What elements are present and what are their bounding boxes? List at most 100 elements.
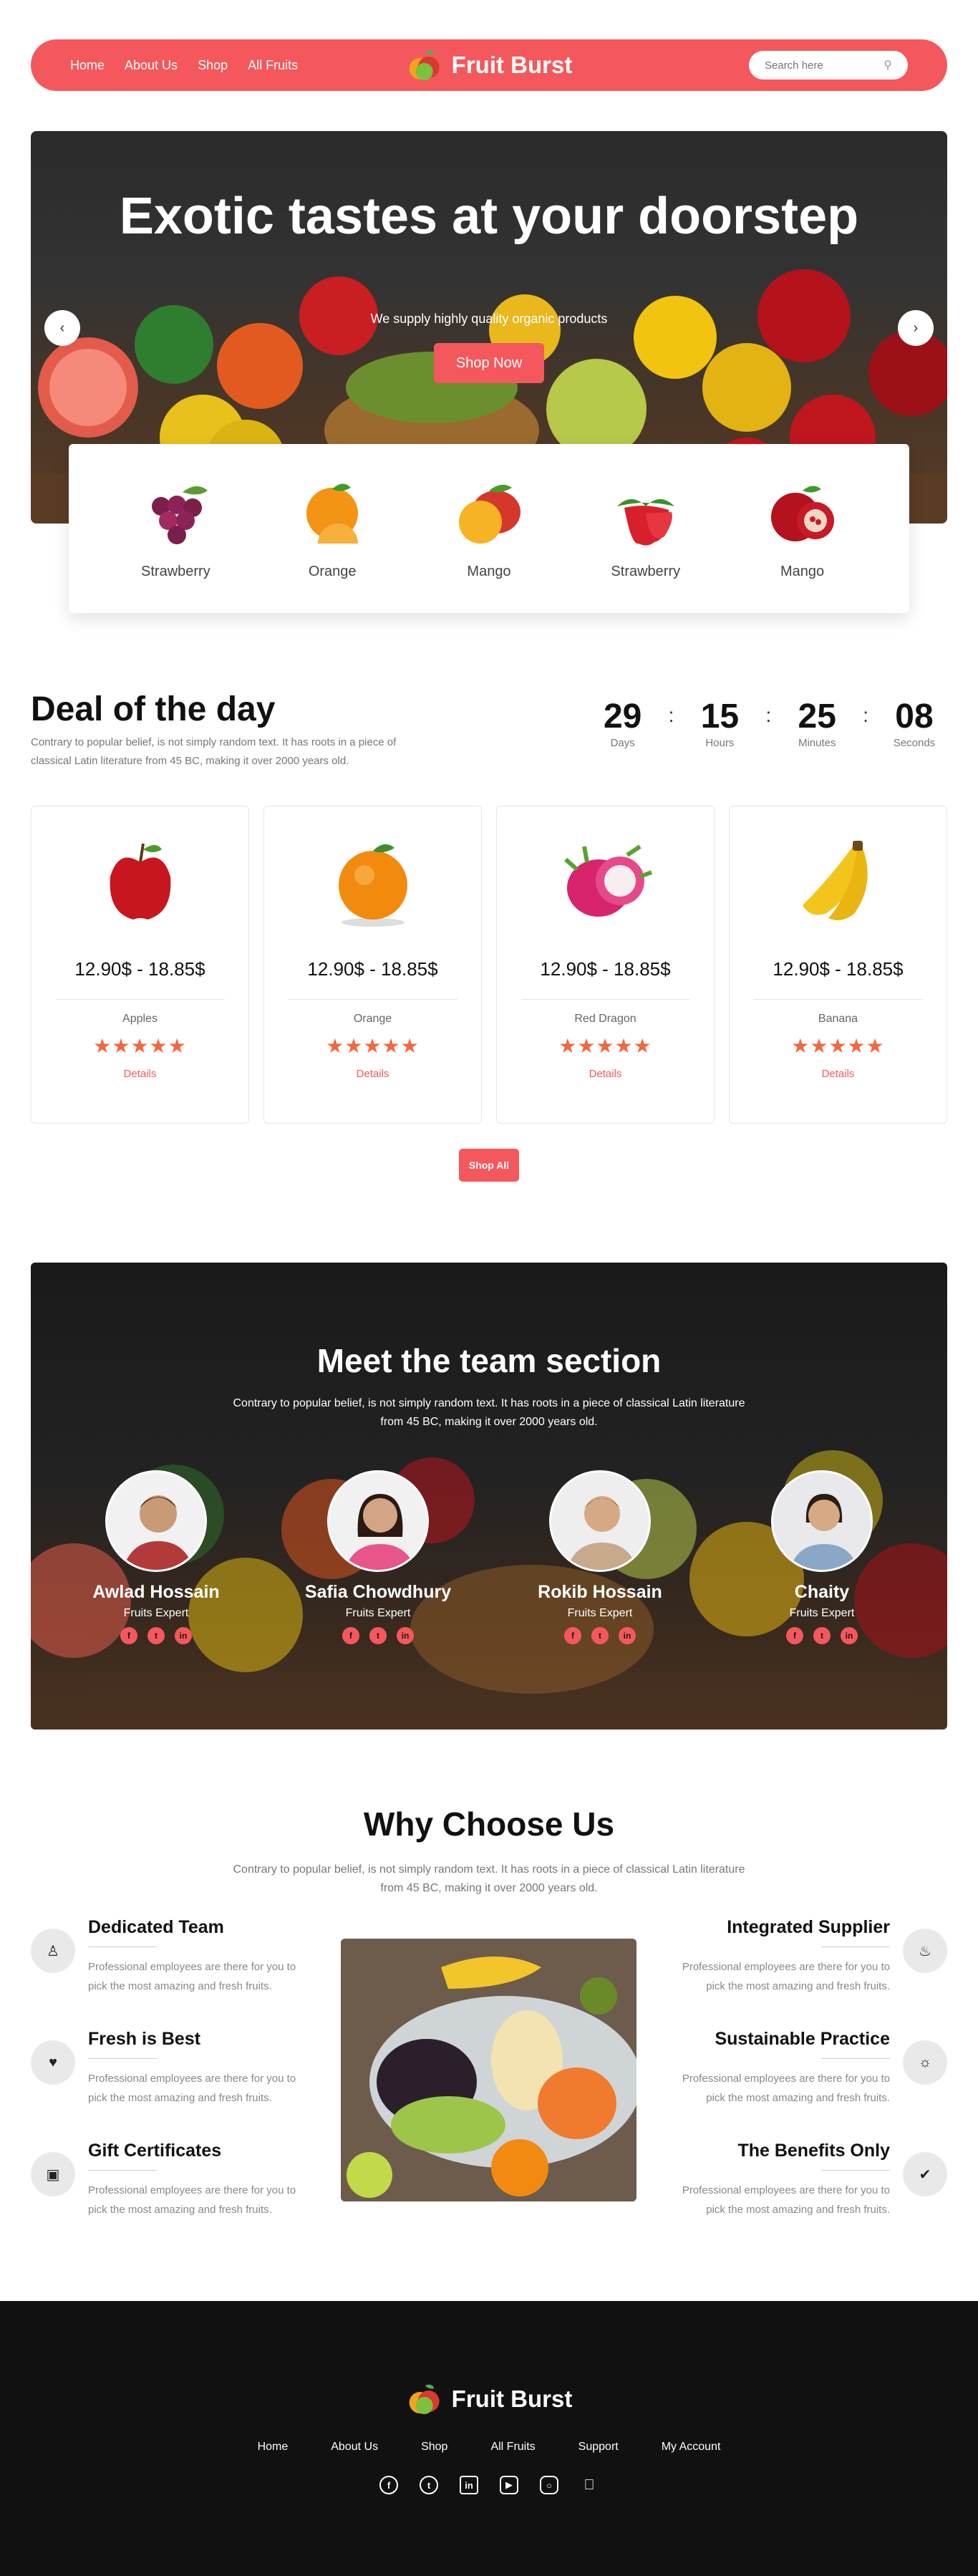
- product-price: 12.90$ - 18.85$: [74, 958, 205, 980]
- category-label: Strawberry: [611, 563, 681, 579]
- member-socials: f t in: [63, 1627, 249, 1644]
- apple-icon[interactable]: : [580, 2476, 599, 2494]
- product-card[interactable]: 12.90$ - 18.85$ Orange ★★★★★ Details: [263, 806, 482, 1124]
- twitter-icon[interactable]: t: [420, 2476, 438, 2494]
- linkedin-icon[interactable]: in: [619, 1627, 636, 1644]
- divider: [88, 2170, 157, 2171]
- why-description: Contrary to popular belief, is not simpl…: [233, 1863, 745, 1894]
- search-input[interactable]: [765, 59, 872, 72]
- category-item[interactable]: Strawberry: [589, 478, 703, 580]
- avatar: [327, 1470, 429, 1572]
- product-name: Banana: [818, 1013, 858, 1025]
- twitter-icon[interactable]: t: [813, 1627, 831, 1644]
- footer-link-my-account[interactable]: My Account: [662, 2441, 721, 2454]
- product-details-link[interactable]: Details: [264, 1068, 481, 1080]
- star-rating-icon: ★★★★★: [791, 1035, 885, 1057]
- orange-icon: [338, 844, 407, 927]
- product-card[interactable]: 12.90$ - 18.85$ Red Dragon ★★★★★ Details: [496, 806, 715, 1124]
- hero-next-arrow-icon[interactable]: ›: [898, 310, 934, 346]
- divider: [88, 2058, 157, 2059]
- feature-text: Professional employees are there for you…: [682, 1961, 890, 1992]
- gift-icon: ▣: [31, 2152, 75, 2196]
- heart-icon: ♥: [31, 2040, 75, 2085]
- youtube-icon[interactable]: ▶: [500, 2476, 518, 2494]
- linkedin-icon[interactable]: in: [175, 1627, 192, 1644]
- search-icon[interactable]: ⚲: [883, 58, 892, 72]
- shop-now-button[interactable]: Shop Now: [434, 343, 544, 383]
- product-details-link[interactable]: Details: [497, 1068, 714, 1080]
- instagram-icon[interactable]: ○: [540, 2476, 558, 2494]
- brand-logo[interactable]: Fruit Burst: [406, 46, 572, 85]
- facebook-icon[interactable]: f: [342, 1627, 359, 1644]
- footer-links: Home About Us Shop All Fruits Support My…: [0, 2441, 978, 2454]
- twitter-icon[interactable]: t: [591, 1627, 609, 1644]
- product-details-link[interactable]: Details: [32, 1068, 248, 1080]
- member-name: Safia Chowdhury: [304, 1582, 452, 1602]
- facebook-icon[interactable]: f: [120, 1627, 137, 1644]
- thumbs-up-icon: ✔: [903, 2152, 947, 2196]
- shop-all-button[interactable]: Shop All: [459, 1149, 519, 1182]
- feature-text: Professional employees are there for you…: [88, 2073, 296, 2104]
- facebook-icon[interactable]: f: [379, 2476, 398, 2494]
- nav-link-about[interactable]: About Us: [125, 58, 178, 73]
- product-card[interactable]: 12.90$ - 18.85$ Banana ★★★★★ Details: [729, 806, 947, 1124]
- product-price: 12.90$ - 18.85$: [540, 958, 671, 980]
- product-card[interactable]: 12.90$ - 18.85$ Apples ★★★★★ Details: [31, 806, 249, 1124]
- product-name: Red Dragon: [574, 1013, 636, 1025]
- divider: [288, 999, 457, 1000]
- feature-title: Integrated Supplier: [727, 1917, 890, 1937]
- deal-description: Contrary to popular belief, is not simpl…: [31, 736, 397, 767]
- footer: Fruit Burst Home About Us Shop All Fruit…: [0, 2301, 978, 2576]
- linkedin-icon[interactable]: in: [841, 1627, 858, 1644]
- feature-text: Professional employees are there for you…: [88, 2184, 296, 2216]
- footer-socials: f t in ▶ ○ : [0, 2476, 978, 2494]
- footer-link-home[interactable]: Home: [258, 2441, 289, 2454]
- footer-link-all-fruits[interactable]: All Fruits: [490, 2441, 535, 2454]
- footer-link-shop[interactable]: Shop: [421, 2441, 447, 2454]
- nav-link-home[interactable]: Home: [70, 58, 105, 73]
- product-price: 12.90$ - 18.85$: [773, 958, 904, 980]
- team-members: Awlad Hossain Fruits Expert f t in Safia…: [31, 1470, 947, 1644]
- category-item[interactable]: Orange: [275, 478, 389, 580]
- hero-prev-arrow-icon[interactable]: ‹: [44, 310, 80, 346]
- category-item[interactable]: Mango: [432, 478, 546, 580]
- team-section: Meet the team section Contrary to popula…: [31, 1263, 947, 1730]
- member-name: Awlad Hossain: [92, 1582, 220, 1602]
- facebook-icon[interactable]: f: [786, 1627, 803, 1644]
- countdown-separator: :: [765, 704, 772, 726]
- feature-title: Sustainable Practice: [715, 2029, 890, 2049]
- twitter-icon[interactable]: t: [147, 1627, 165, 1644]
- countdown-value: 29: [603, 698, 642, 735]
- linkedin-icon[interactable]: in: [397, 1627, 414, 1644]
- nav-link-shop[interactable]: Shop: [198, 58, 228, 73]
- member-role: Fruits Expert: [567, 1607, 633, 1619]
- product-grid: 12.90$ - 18.85$ Apples ★★★★★ Details 12.…: [31, 806, 947, 1124]
- countdown-value: 08: [895, 698, 934, 735]
- feature-title: Dedicated Team: [88, 1917, 224, 1937]
- category-item[interactable]: Strawberry: [118, 478, 233, 580]
- nav-link-all-fruits[interactable]: All Fruits: [248, 58, 298, 73]
- feature-item: ♥ Fresh is Best Professional employees a…: [31, 2029, 317, 2108]
- countdown-separator: :: [668, 704, 674, 726]
- grapes-icon: [152, 486, 208, 544]
- member-role: Fruits Expert: [789, 1607, 855, 1619]
- search-box[interactable]: ⚲: [749, 51, 908, 79]
- countdown-label: Days: [610, 737, 635, 749]
- countdown-value: 25: [798, 698, 836, 735]
- footer-link-support[interactable]: Support: [578, 2441, 619, 2454]
- linkedin-icon[interactable]: in: [460, 2476, 478, 2494]
- member-name: Chaity: [794, 1582, 850, 1602]
- team-member-card: Awlad Hossain Fruits Expert f t in: [63, 1470, 249, 1644]
- deal-title: Deal of the day: [31, 690, 276, 728]
- footer-brand[interactable]: Fruit Burst: [406, 2380, 572, 2418]
- facebook-icon[interactable]: f: [564, 1627, 581, 1644]
- category-item[interactable]: Mango: [745, 478, 860, 580]
- divider: [821, 2058, 890, 2059]
- countdown-label: Seconds: [893, 737, 936, 749]
- twitter-icon[interactable]: t: [369, 1627, 387, 1644]
- footer-link-about[interactable]: About Us: [331, 2441, 378, 2454]
- member-socials: f t in: [507, 1627, 693, 1644]
- product-details-link[interactable]: Details: [730, 1068, 946, 1080]
- hero-title: Exotic tastes at your doorstep: [119, 188, 859, 245]
- divider: [521, 999, 690, 1000]
